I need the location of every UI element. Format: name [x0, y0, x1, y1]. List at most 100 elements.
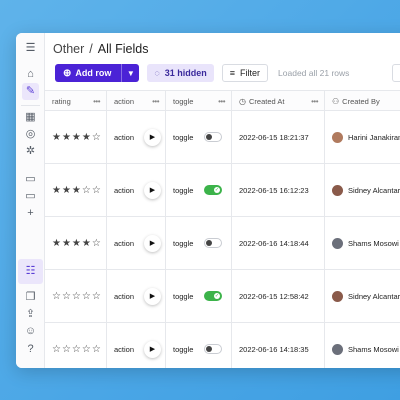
- table-row[interactable]: ★★★★☆ action ▶ toggle 2022-06-15 18:21:3…: [45, 111, 400, 164]
- toggle-switch[interactable]: ✓: [204, 185, 222, 195]
- toolbar: ⊕ Add row ▼ ◌ 31 hidden ≡ Filter Loaded …: [55, 64, 349, 82]
- folder-icon[interactable]: ▭: [22, 171, 39, 188]
- toggle-label: toggle: [173, 291, 194, 301]
- add-icon[interactable]: +: [22, 205, 39, 222]
- column-header-label: Created By: [342, 96, 380, 106]
- action-cell: action ▶: [107, 164, 166, 216]
- rating-cell[interactable]: ★★★★☆: [45, 217, 107, 269]
- checklist-icon[interactable]: ☷: [22, 263, 39, 280]
- table-row[interactable]: ★★★☆☆ action ▶ toggle ✓ 2022-06-15 16:12…: [45, 164, 400, 217]
- column-menu-icon[interactable]: •••: [93, 97, 100, 106]
- play-button[interactable]: ▶: [144, 128, 161, 146]
- action-cell: action ▶: [107, 323, 166, 368]
- column-header-rating[interactable]: rating •••: [45, 91, 107, 111]
- created-at-value: 2022-06-15 18:21:37: [239, 132, 309, 142]
- toggle-switch[interactable]: [204, 132, 222, 142]
- help-icon[interactable]: ?: [22, 341, 39, 358]
- action-cell: action ▶: [107, 111, 166, 163]
- column-header-created-at[interactable]: ◷ Created At •••: [232, 91, 325, 111]
- created-by-cell: Shams Mosowi: [325, 217, 400, 269]
- toggle-label: toggle: [173, 185, 194, 195]
- created-by-name: Sidney Alcantara: [348, 185, 400, 195]
- settings-icon[interactable]: ✲: [22, 143, 39, 160]
- toggle-label: toggle: [173, 238, 194, 248]
- edit-icon[interactable]: ✎: [22, 83, 39, 100]
- created-by-cell: Harini Janakiraman: [325, 111, 400, 163]
- play-button[interactable]: ▶: [144, 340, 161, 358]
- rating-cell[interactable]: ☆☆☆☆☆: [45, 323, 107, 368]
- toggle-cell: toggle: [166, 323, 232, 368]
- toggle-switch[interactable]: [204, 238, 222, 248]
- rating-cell[interactable]: ☆☆☆☆☆: [45, 270, 107, 322]
- column-menu-icon[interactable]: •••: [218, 97, 225, 106]
- table-row[interactable]: ☆☆☆☆☆ action ▶ toggle 2022-06-16 14:18:3…: [45, 323, 400, 368]
- filter-label: Filter: [240, 68, 261, 78]
- page-title: All Fields: [97, 42, 149, 56]
- sidebar: ☰ ⌂ ✎ ▦ ◎ ✲ ▭ ▭ + ☷ ❐ ⇪ ☺ ?: [16, 33, 45, 368]
- hidden-fields-label: 31 hidden: [164, 68, 207, 78]
- chevron-down-icon[interactable]: ▼: [121, 64, 139, 82]
- header-row: rating ••• action ••• toggle ••• ◷ Creat…: [45, 90, 400, 111]
- created-by-cell: Sidney Alcantara: [325, 164, 400, 216]
- sidebar-divider: [21, 105, 40, 106]
- star-rating[interactable]: ★★★☆☆: [52, 185, 102, 196]
- star-rating[interactable]: ★★★★☆: [52, 238, 102, 249]
- created-by-name: Sidney Alcantara: [348, 291, 400, 301]
- star-rating[interactable]: ☆☆☆☆☆: [52, 344, 102, 355]
- column-menu-icon[interactable]: •••: [311, 97, 318, 106]
- menu-icon[interactable]: ☰: [22, 40, 39, 57]
- column-menu-icon[interactable]: •••: [152, 97, 159, 106]
- eye-off-icon: ◌: [154, 68, 160, 78]
- column-header-toggle[interactable]: toggle •••: [166, 91, 232, 111]
- created-by-name: Shams Mosowi: [348, 344, 399, 354]
- column-header-label: action: [114, 96, 135, 106]
- table-row[interactable]: ☆☆☆☆☆ action ▶ toggle ✓ 2022-06-15 12:58…: [45, 270, 400, 323]
- avatar: [332, 343, 343, 355]
- docs-icon[interactable]: ❐: [22, 289, 39, 306]
- app-window: ☰ ⌂ ✎ ▦ ◎ ✲ ▭ ▭ + ☷ ❐ ⇪ ☺ ? Other / All …: [16, 33, 400, 368]
- column-header-label: Created At: [248, 96, 285, 106]
- filter-button[interactable]: ≡ Filter: [221, 64, 269, 82]
- action-label: action: [114, 132, 135, 142]
- action-label: action: [114, 344, 135, 354]
- data-grid: rating ••• action ••• toggle ••• ◷ Creat…: [45, 90, 400, 368]
- table-icon[interactable]: ▦: [22, 109, 39, 126]
- created-at-cell: 2022-06-15 12:58:42: [232, 270, 325, 322]
- star-rating[interactable]: ☆☆☆☆☆: [52, 291, 102, 302]
- toggle-label: toggle: [173, 344, 194, 354]
- toggle-knob: [206, 134, 212, 140]
- clock-icon: ◷: [239, 96, 246, 106]
- created-at-cell: 2022-06-15 18:21:37: [232, 111, 325, 163]
- toggle-knob: ✓: [214, 187, 220, 193]
- hidden-fields-button[interactable]: ◌ 31 hidden: [147, 64, 214, 82]
- star-rating[interactable]: ★★★★☆: [52, 132, 102, 143]
- add-row-button[interactable]: ⊕ Add row ▼: [55, 64, 140, 82]
- breadcrumb-parent[interactable]: Other: [53, 42, 84, 56]
- play-button[interactable]: ▶: [144, 181, 161, 199]
- toggle-switch[interactable]: [204, 344, 222, 354]
- toggle-cell: toggle: [166, 111, 232, 163]
- column-header-label: rating: [52, 96, 71, 106]
- home-icon[interactable]: ⌂: [22, 66, 39, 83]
- upload-icon[interactable]: ⇪: [22, 306, 39, 323]
- play-button[interactable]: ▶: [144, 234, 161, 252]
- column-header-action[interactable]: action •••: [107, 91, 166, 111]
- toolbar-overflow-button[interactable]: [392, 64, 400, 82]
- column-header-label: toggle: [173, 96, 194, 106]
- table-row[interactable]: ★★★★☆ action ▶ toggle 2022-06-16 14:18:4…: [45, 217, 400, 270]
- play-button[interactable]: ▶: [144, 287, 161, 305]
- created-at-cell: 2022-06-16 14:18:35: [232, 323, 325, 368]
- created-by-name: Shams Mosowi: [348, 238, 399, 248]
- toggle-knob: [206, 346, 212, 352]
- rating-cell[interactable]: ★★★☆☆: [45, 164, 107, 216]
- toggle-label: toggle: [173, 132, 194, 142]
- action-cell: action ▶: [107, 270, 166, 322]
- rating-cell[interactable]: ★★★★☆: [45, 111, 107, 163]
- toggle-knob: ✓: [214, 293, 220, 299]
- action-cell: action ▶: [107, 217, 166, 269]
- folder-icon[interactable]: ▭: [22, 188, 39, 205]
- emoji-icon[interactable]: ☺: [22, 323, 39, 340]
- toggle-switch[interactable]: ✓: [204, 291, 222, 301]
- column-header-created-by[interactable]: ⚇ Created By •••: [325, 91, 400, 111]
- account-icon[interactable]: ◎: [22, 126, 39, 143]
